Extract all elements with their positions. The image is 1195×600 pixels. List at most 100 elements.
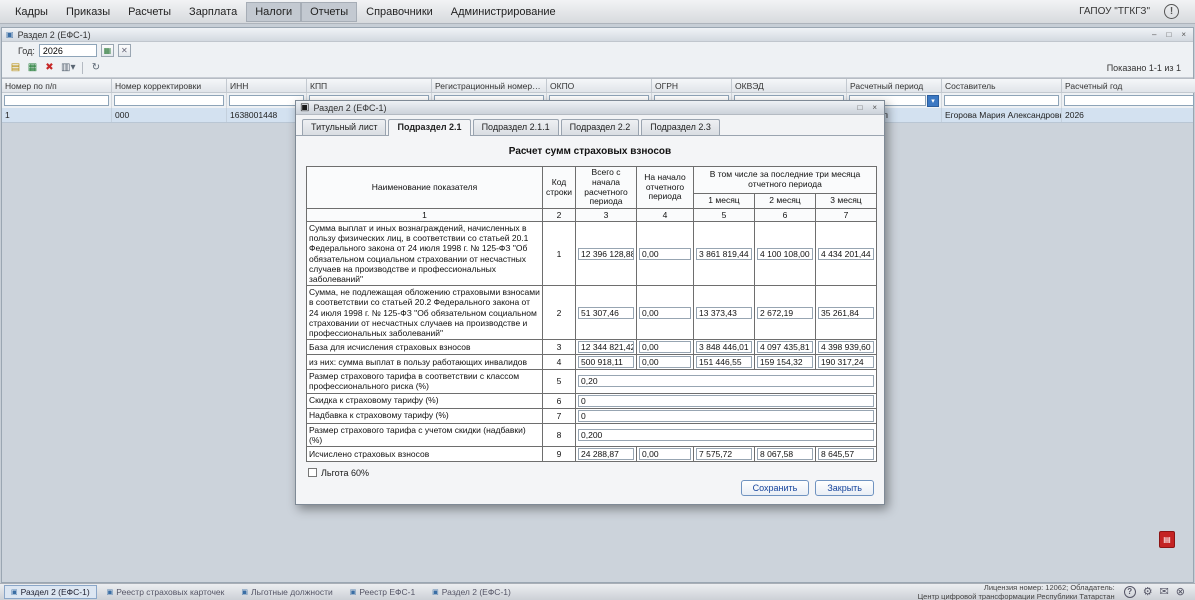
amount-input[interactable]: 159 154,32 [757,356,813,368]
taskbar-item[interactable]: ▣Реестр ЕФС-1 [343,585,422,599]
taskbar-item[interactable]: ▣Реестр страховых карточек [100,585,232,599]
amount-input[interactable]: 0,00 [639,448,691,460]
amount-input[interactable]: 12 344 821,42 [578,341,634,353]
taskbar-item[interactable]: ▣Раздел 2 (ЕФС-1) [425,585,518,599]
power-icon[interactable]: ⊗ [1176,587,1185,598]
amount-input[interactable]: 7 575,72 [696,448,752,460]
amount-input[interactable]: 4 398 939,60 [818,341,874,353]
amount-input[interactable]: 51 307,46 [578,307,634,319]
grid-column-header[interactable]: Номер по п/п [2,79,112,93]
new-record-icon[interactable]: ▤ [8,61,23,76]
grid-filter-input[interactable] [114,95,224,106]
grid-filter-cell [942,93,1062,108]
tab-item[interactable]: Подраздел 2.1.1 [473,119,559,135]
amount-input[interactable]: 0,00 [639,248,691,260]
grid-column-header[interactable]: Расчетный год [1062,79,1195,93]
tab-item[interactable]: Титульный лист [302,119,386,135]
table-row: База для исчисления страховых взносов312… [307,340,877,355]
grid-column-header[interactable]: Номер корректировки [112,79,227,93]
row-code: 2 [543,286,576,340]
amount-input[interactable]: 500 918,11 [578,356,634,368]
close-icon[interactable]: × [869,102,880,114]
grid-column-header[interactable]: ОКВЭД [732,79,847,93]
chevron-down-icon[interactable]: ▾ [927,95,939,107]
amount-input[interactable]: 3 848 446,01 [696,341,752,353]
amount-input[interactable]: 0,20 [578,375,874,387]
amount-input[interactable]: 0 [578,410,874,422]
row-wide-value-cell: 0 [576,408,877,423]
taskbar-item[interactable]: ▣Льготные должности [234,585,339,599]
amount-input[interactable]: 4 434 201,44 [818,248,874,260]
grid-filter-input[interactable] [4,95,109,106]
save-button[interactable]: Сохранить [741,480,810,496]
amount-input[interactable]: 0,00 [639,307,691,319]
year-input[interactable] [39,44,97,57]
grid-column-header[interactable]: Расчетный период [847,79,942,93]
amount-input[interactable]: 2 672,19 [757,307,813,319]
amount-input[interactable]: 4 100 108,00 [757,248,813,260]
table-row: Надбавка к страховому тарифу (%)70 [307,408,877,423]
amount-input[interactable]: 0,00 [639,356,691,368]
amount-input[interactable]: 151 446,55 [696,356,752,368]
grid-filter-input[interactable] [1064,95,1194,106]
menubar-item[interactable]: Справочники [357,2,442,22]
menubar-item[interactable]: Отчеты [301,2,357,22]
close-button[interactable]: Закрыть [815,480,874,496]
excel-export-icon[interactable]: ▦ [25,61,40,76]
maximize-icon[interactable]: □ [854,102,865,114]
row-value-cell: 8 645,57 [816,446,877,461]
refresh-icon[interactable]: ↻ [88,61,103,76]
calendar-icon[interactable]: ▦ [101,44,114,57]
window-icon: ▣ [11,589,18,596]
amount-input[interactable]: 13 373,43 [696,307,752,319]
menubar-item[interactable]: Налоги [246,2,301,22]
dialog-footer: Сохранить Закрыть [741,480,874,496]
grid-column-header[interactable]: ИНН [227,79,307,93]
mail-icon[interactable]: ✉ [1160,587,1169,598]
row-code: 1 [543,222,576,286]
menubar-item[interactable]: Кадры [6,2,57,22]
amount-input[interactable]: 8 645,57 [818,448,874,460]
maximize-icon[interactable]: □ [1163,29,1174,41]
amount-input[interactable]: 24 288,87 [578,448,634,460]
minimize-icon[interactable]: – [1149,29,1159,41]
tab-active[interactable]: Подраздел 2.1 [388,119,470,136]
grid-column-header[interactable]: Составитель [942,79,1062,93]
info-icon[interactable]: ! [1164,4,1179,19]
year-filter-row: Год: ▦ ✕ [2,42,1193,59]
menubar-item[interactable]: Администрирование [442,2,565,22]
amount-input[interactable]: 35 261,84 [818,307,874,319]
menubar-item[interactable]: Зарплата [180,2,246,22]
amount-input[interactable]: 8 067,58 [757,448,813,460]
row-value-cell: 12 396 128,88 [576,222,637,286]
amount-input[interactable]: 0,200 [578,429,874,441]
grid-filter-input[interactable] [229,95,304,106]
menubar-item[interactable]: Расчеты [119,2,180,22]
amount-input[interactable]: 12 396 128,88 [578,248,634,260]
amount-input[interactable]: 190 317,24 [818,356,874,368]
help-icon[interactable]: ? [1124,586,1136,598]
tab-item[interactable]: Подраздел 2.3 [641,119,720,135]
taskbar-item[interactable]: ▣Раздел 2 (ЕФС-1) [4,585,97,599]
grid-column-header[interactable]: ОКПО [547,79,652,93]
amount-input[interactable]: 0 [578,395,874,407]
grid-column-header[interactable]: Регистрационный номер страхо... [432,79,547,93]
benefit-checkbox[interactable] [308,468,317,477]
clear-icon[interactable]: ✕ [118,44,131,57]
row-value-cell: 190 317,24 [816,355,877,370]
amount-input[interactable]: 0,00 [639,341,691,353]
gear-icon[interactable]: ⚙ [1143,587,1153,598]
delete-icon[interactable]: ✖ [42,61,57,76]
close-icon[interactable]: × [1178,29,1189,41]
grid-column-header[interactable]: ОГРН [652,79,732,93]
grid-filter-input[interactable] [944,95,1059,106]
tab-item[interactable]: Подраздел 2.2 [561,119,640,135]
amount-input[interactable]: 3 861 819,44 [696,248,752,260]
row-value-cell: 0,00 [637,446,694,461]
menubar-item[interactable]: Приказы [57,2,119,22]
notification-icon[interactable]: ▤ [1159,531,1175,548]
grid-filter-cell [112,93,227,108]
amount-input[interactable]: 4 097 435,81 [757,341,813,353]
print-menu-icon[interactable]: ▥▾ [59,61,77,76]
grid-column-header[interactable]: КПП [307,79,432,93]
